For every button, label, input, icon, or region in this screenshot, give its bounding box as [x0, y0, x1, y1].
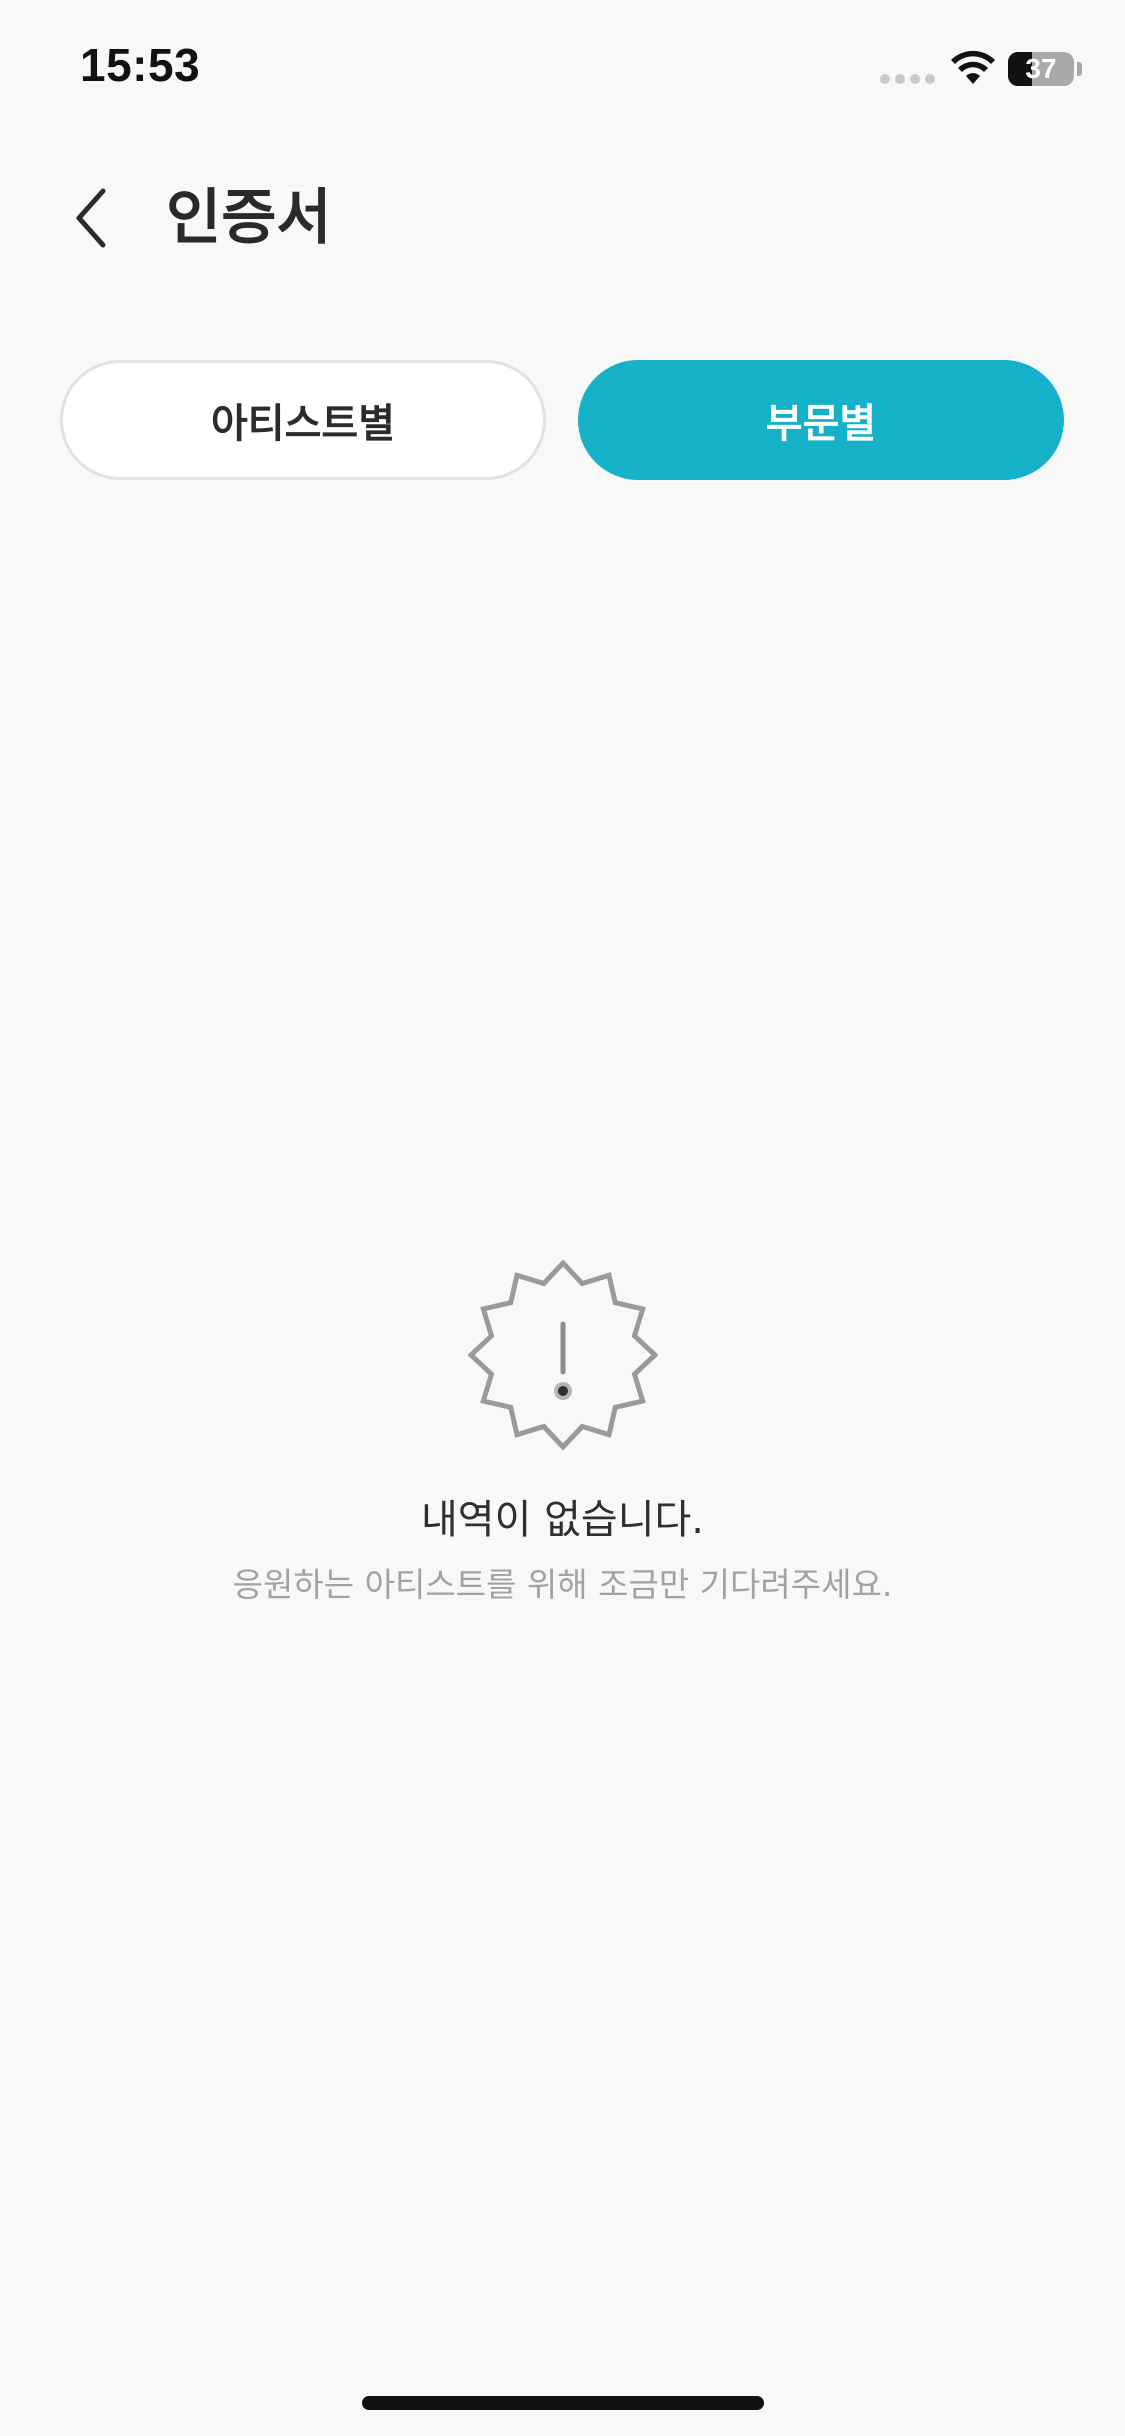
chevron-left-icon [76, 188, 106, 248]
home-indicator [362, 2396, 764, 2410]
empty-state-subtitle: 응원하는 아티스트를 위해 조금만 기다려주세요. [232, 1565, 893, 1604]
header: 인증서 [0, 160, 1125, 270]
battery-cap [1077, 62, 1082, 76]
alert-badge-icon [467, 1260, 658, 1450]
tab-by-category-label: 부문별 [765, 401, 877, 447]
tab-by-artist-label: 아티스트별 [211, 401, 395, 447]
tab-by-artist[interactable]: 아티스트별 [60, 360, 546, 480]
battery-icon: 37 [1008, 52, 1074, 86]
signal-dots-icon [880, 74, 936, 84]
tab-by-category[interactable]: 부문별 [578, 360, 1064, 480]
wifi-icon [951, 50, 995, 84]
battery-level: 37 [1025, 53, 1057, 84]
status-time: 15:53 [80, 39, 201, 91]
back-button[interactable] [52, 178, 132, 258]
status-bar: 15:53 37 [0, 0, 1125, 140]
empty-state-title: 내역이 없습니다. [420, 1497, 705, 1543]
page-title: 인증서 [166, 183, 332, 253]
empty-state: 내역이 없습니다. 응원하는 아티스트를 위해 조금만 기다려주세요. [0, 1260, 1125, 1610]
